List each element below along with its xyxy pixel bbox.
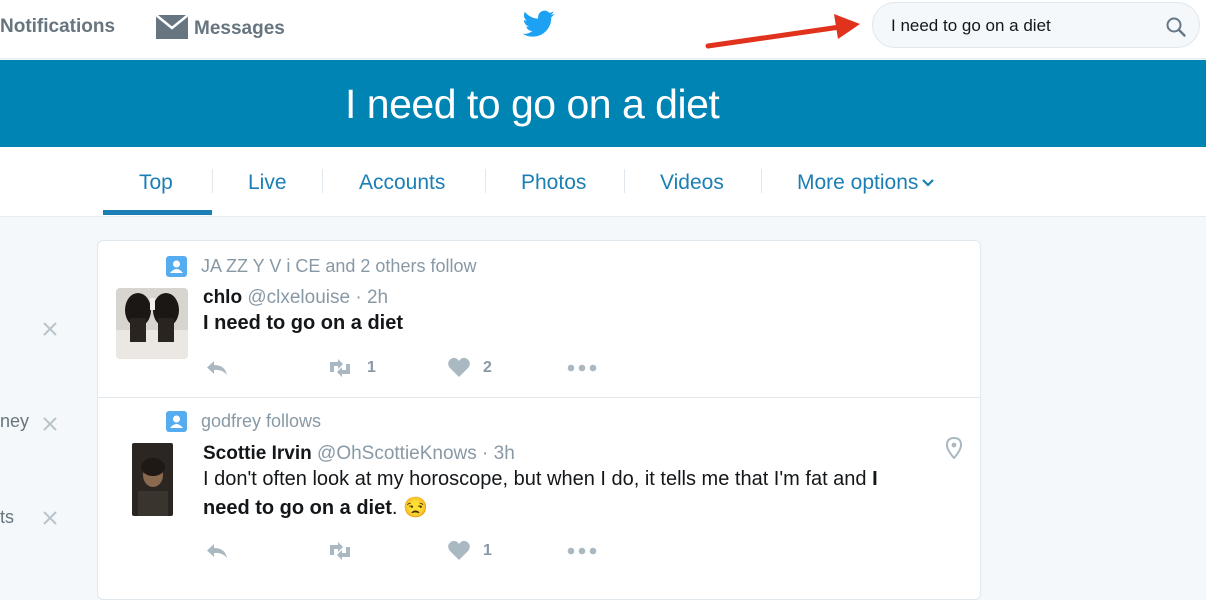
reply-button[interactable] bbox=[205, 359, 325, 377]
top-navigation: Notifications Messages I need to go on a… bbox=[0, 0, 1206, 59]
social-context: JA ZZ Y V i CE and 2 others follow bbox=[166, 256, 476, 277]
tweet-text: I don't often look at my horoscope, but … bbox=[203, 465, 943, 523]
twitter-bird-logo-icon[interactable] bbox=[523, 10, 555, 38]
tweet-text-part: I don't often look at my horoscope, but … bbox=[203, 468, 873, 490]
red-annotation-arrow bbox=[705, 14, 860, 49]
tab-separator bbox=[624, 169, 625, 193]
active-tab-indicator bbox=[103, 210, 212, 215]
chevron-down-icon bbox=[922, 179, 935, 188]
close-icon[interactable] bbox=[41, 509, 59, 527]
tweet-text: I need to go on a diet bbox=[203, 312, 403, 334]
retweet-button[interactable]: 1 bbox=[325, 358, 447, 378]
retweet-icon bbox=[330, 541, 350, 560]
display-name[interactable]: Scottie Irvin bbox=[203, 443, 312, 464]
tab-separator bbox=[485, 169, 486, 193]
reply-icon bbox=[207, 360, 227, 375]
envelope-icon bbox=[156, 14, 188, 39]
social-context-text: JA ZZ Y V i CE and 2 others follow bbox=[201, 256, 477, 276]
notifications-label: Notifications bbox=[0, 16, 116, 37]
tweet-timeline: JA ZZ Y V i CE and 2 others follow chlo … bbox=[97, 240, 981, 600]
reply-icon bbox=[207, 543, 227, 558]
heart-icon bbox=[448, 357, 470, 377]
search-tabs-bar: Top Live Accounts Photos Videos More opt… bbox=[0, 147, 1206, 217]
tab-more-options[interactable]: More options bbox=[797, 171, 935, 195]
heart-icon bbox=[448, 540, 470, 560]
tab-accounts[interactable]: Accounts bbox=[359, 171, 445, 195]
close-icon[interactable] bbox=[41, 415, 59, 433]
more-actions-button[interactable] bbox=[567, 547, 597, 555]
tab-photos[interactable]: Photos bbox=[521, 171, 586, 195]
more-actions-button[interactable] bbox=[567, 364, 597, 372]
tab-live[interactable]: Live bbox=[248, 171, 287, 195]
tab-more-options-label: More options bbox=[797, 171, 919, 194]
sidebar-item-label: ts bbox=[0, 507, 15, 527]
tweet-text-part: . 😒 bbox=[391, 497, 428, 519]
like-count: 2 bbox=[483, 358, 492, 376]
avatar[interactable] bbox=[132, 443, 173, 516]
like-count: 1 bbox=[483, 541, 492, 559]
handle-and-time[interactable]: @OhScottieKnows · 3h bbox=[317, 443, 515, 464]
tweet-actions: 1 bbox=[205, 540, 597, 561]
like-button[interactable]: 1 bbox=[447, 540, 567, 561]
search-icon[interactable] bbox=[1165, 16, 1187, 38]
messages-label: Messages bbox=[194, 17, 285, 39]
banner-title: I need to go on a diet bbox=[345, 81, 720, 127]
social-context-text: godfrey follows bbox=[201, 411, 322, 431]
user-icon bbox=[166, 411, 187, 432]
reply-button[interactable] bbox=[205, 542, 325, 560]
user-icon bbox=[166, 256, 187, 277]
display-name[interactable]: chlo bbox=[203, 287, 242, 308]
retweet-count: 1 bbox=[367, 358, 376, 376]
location-pin-icon[interactable] bbox=[946, 437, 962, 459]
tab-separator bbox=[322, 169, 323, 193]
handle-and-time[interactable]: @clxelouise · 2h bbox=[247, 287, 388, 308]
avatar[interactable] bbox=[116, 288, 188, 359]
more-dots-icon bbox=[567, 364, 597, 371]
social-context: godfrey follows bbox=[166, 411, 321, 432]
search-results-banner: I need to go on a diet bbox=[0, 60, 1206, 147]
tweet-actions: 1 2 bbox=[205, 357, 597, 378]
more-dots-icon bbox=[567, 547, 597, 554]
retweet-button[interactable] bbox=[325, 541, 447, 561]
notifications-link[interactable]: Notifications bbox=[0, 16, 115, 38]
tab-separator bbox=[761, 169, 762, 193]
close-icon[interactable] bbox=[41, 320, 59, 338]
tweet-text-highlight: need to go on a diet bbox=[203, 497, 392, 519]
retweet-icon bbox=[330, 358, 350, 377]
tweet-header: chlo @clxelouise · 2h bbox=[203, 287, 388, 309]
tweet-divider bbox=[98, 397, 980, 398]
like-button[interactable]: 2 bbox=[447, 357, 567, 378]
tweet-text-highlight: I bbox=[872, 468, 878, 490]
search-input[interactable]: I need to go on a diet bbox=[891, 16, 1051, 36]
tab-top[interactable]: Top bbox=[139, 171, 173, 195]
tweet-header: Scottie Irvin @OhScottieKnows · 3h bbox=[203, 443, 515, 465]
sidebar-item-label: ney bbox=[0, 411, 30, 431]
tab-videos[interactable]: Videos bbox=[660, 171, 724, 195]
search-box[interactable]: I need to go on a diet bbox=[872, 2, 1200, 48]
tab-separator bbox=[212, 169, 213, 193]
messages-link[interactable]: Messages bbox=[156, 13, 285, 41]
